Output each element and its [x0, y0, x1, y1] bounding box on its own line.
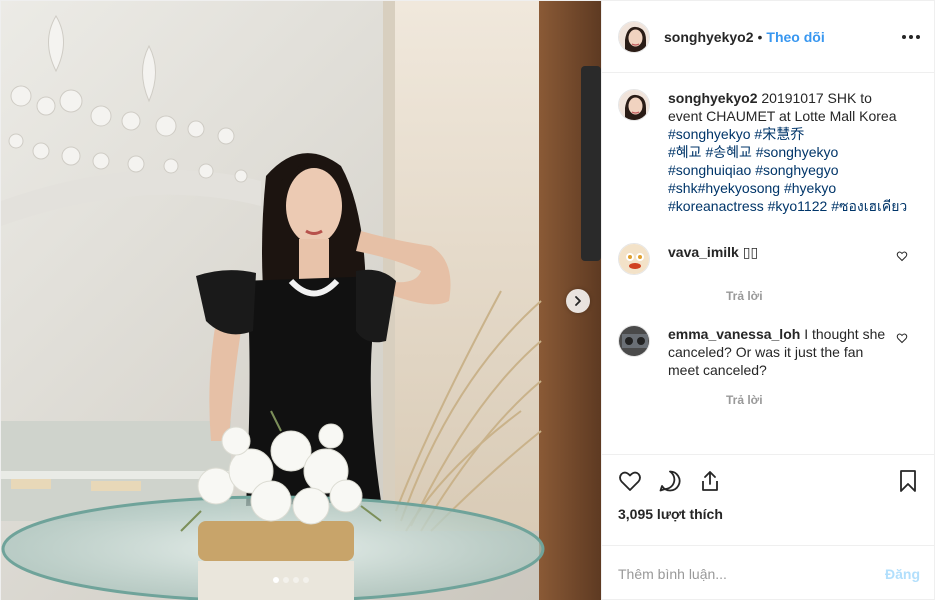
comment-icon [659, 470, 681, 491]
post-username[interactable]: songhyekyo2 [664, 29, 753, 45]
hashtag-link[interactable]: #ซองเฮเคียว [831, 198, 907, 214]
hashtag-link[interactable]: #songhyegyo [755, 162, 838, 178]
carousel-indicator [273, 577, 309, 583]
bookmark-icon [900, 469, 916, 492]
post-caption: songhyekyo2 20191017 SHK to event CHAUME… [618, 89, 920, 215]
avatar[interactable] [618, 89, 650, 121]
avatar[interactable] [618, 243, 650, 275]
comment-body: vava_imilk ▯▯ [668, 243, 888, 275]
comment-like-button[interactable] [896, 331, 908, 347]
comments-area[interactable]: songhyekyo2 20191017 SHK to event CHAUME… [602, 73, 935, 454]
comment-like-button[interactable] [896, 249, 908, 265]
hashtag-link[interactable]: #혜교 [668, 144, 702, 160]
post-header: songhyekyo2 • Theo dõi [602, 1, 935, 73]
photo-image [1, 1, 601, 600]
carousel-dot [303, 577, 309, 583]
like-button[interactable] [618, 469, 642, 493]
comment-input[interactable] [618, 565, 885, 582]
caption-hashtags: #songhyekyo #宋慧乔 #혜교 #송혜교 #songhyekyo #s… [668, 125, 908, 215]
reply-link[interactable]: Trả lời [618, 289, 920, 303]
save-button[interactable] [896, 469, 920, 493]
share-icon [702, 470, 718, 491]
hashtag-link[interactable]: #송혜교 [705, 144, 751, 160]
post-photo[interactable] [1, 1, 601, 600]
share-button[interactable] [698, 469, 722, 493]
add-comment-bar: Đăng [602, 545, 935, 600]
hashtag-link[interactable]: #shk [668, 180, 698, 196]
hashtag-link[interactable]: #koreanactress [668, 198, 764, 214]
comment-username[interactable]: vava_imilk [668, 244, 739, 260]
action-bar [602, 454, 935, 506]
post-side-panel: songhyekyo2 • Theo dõi songhyekyo2 20191… [601, 1, 935, 600]
hashtag-link[interactable]: #songhuiqiao [668, 162, 751, 178]
carousel-dot [293, 577, 299, 583]
comment-text: ▯▯ [742, 244, 759, 260]
heart-icon [619, 471, 641, 491]
post-comment-button[interactable]: Đăng [885, 566, 920, 582]
hashtag-link[interactable]: #hyekyosong [698, 180, 781, 196]
carousel-dot [283, 577, 289, 583]
likes-count[interactable]: 3,095 lượt thích [602, 506, 935, 526]
comment-username[interactable]: emma_vanessa_loh [668, 326, 800, 342]
reply-link[interactable]: Trả lời [618, 393, 920, 407]
caption-body: songhyekyo2 20191017 SHK to event CHAUME… [668, 89, 908, 215]
hashtag-link[interactable]: #hyekyo [784, 180, 836, 196]
avatar[interactable] [618, 20, 650, 53]
avatar[interactable] [618, 325, 650, 357]
instagram-post: songhyekyo2 • Theo dõi songhyekyo2 20191… [0, 0, 935, 600]
heart-icon [896, 333, 908, 344]
follow-button[interactable]: Theo dõi [766, 29, 824, 45]
caption-username[interactable]: songhyekyo2 [668, 90, 757, 106]
comment-button[interactable] [658, 469, 682, 493]
hashtag-link[interactable]: #songhyekyo [668, 126, 751, 142]
chevron-right-icon [575, 296, 581, 306]
comment-item: vava_imilk ▯▯ [618, 243, 920, 275]
hashtag-link[interactable]: #songhyekyo [756, 144, 839, 160]
carousel-dot [273, 577, 279, 583]
hashtag-link[interactable]: #kyo1122 [768, 198, 828, 214]
more-horizontal-icon[interactable] [902, 34, 920, 39]
separator-dot: • [757, 28, 763, 45]
comment-body: emma_vanessa_loh I thought she canceled?… [668, 325, 888, 379]
hashtag-link[interactable]: #宋慧乔 [754, 126, 804, 142]
carousel-next-button[interactable] [566, 289, 590, 313]
comment-item: emma_vanessa_loh I thought she canceled?… [618, 325, 920, 379]
heart-icon [896, 251, 908, 262]
